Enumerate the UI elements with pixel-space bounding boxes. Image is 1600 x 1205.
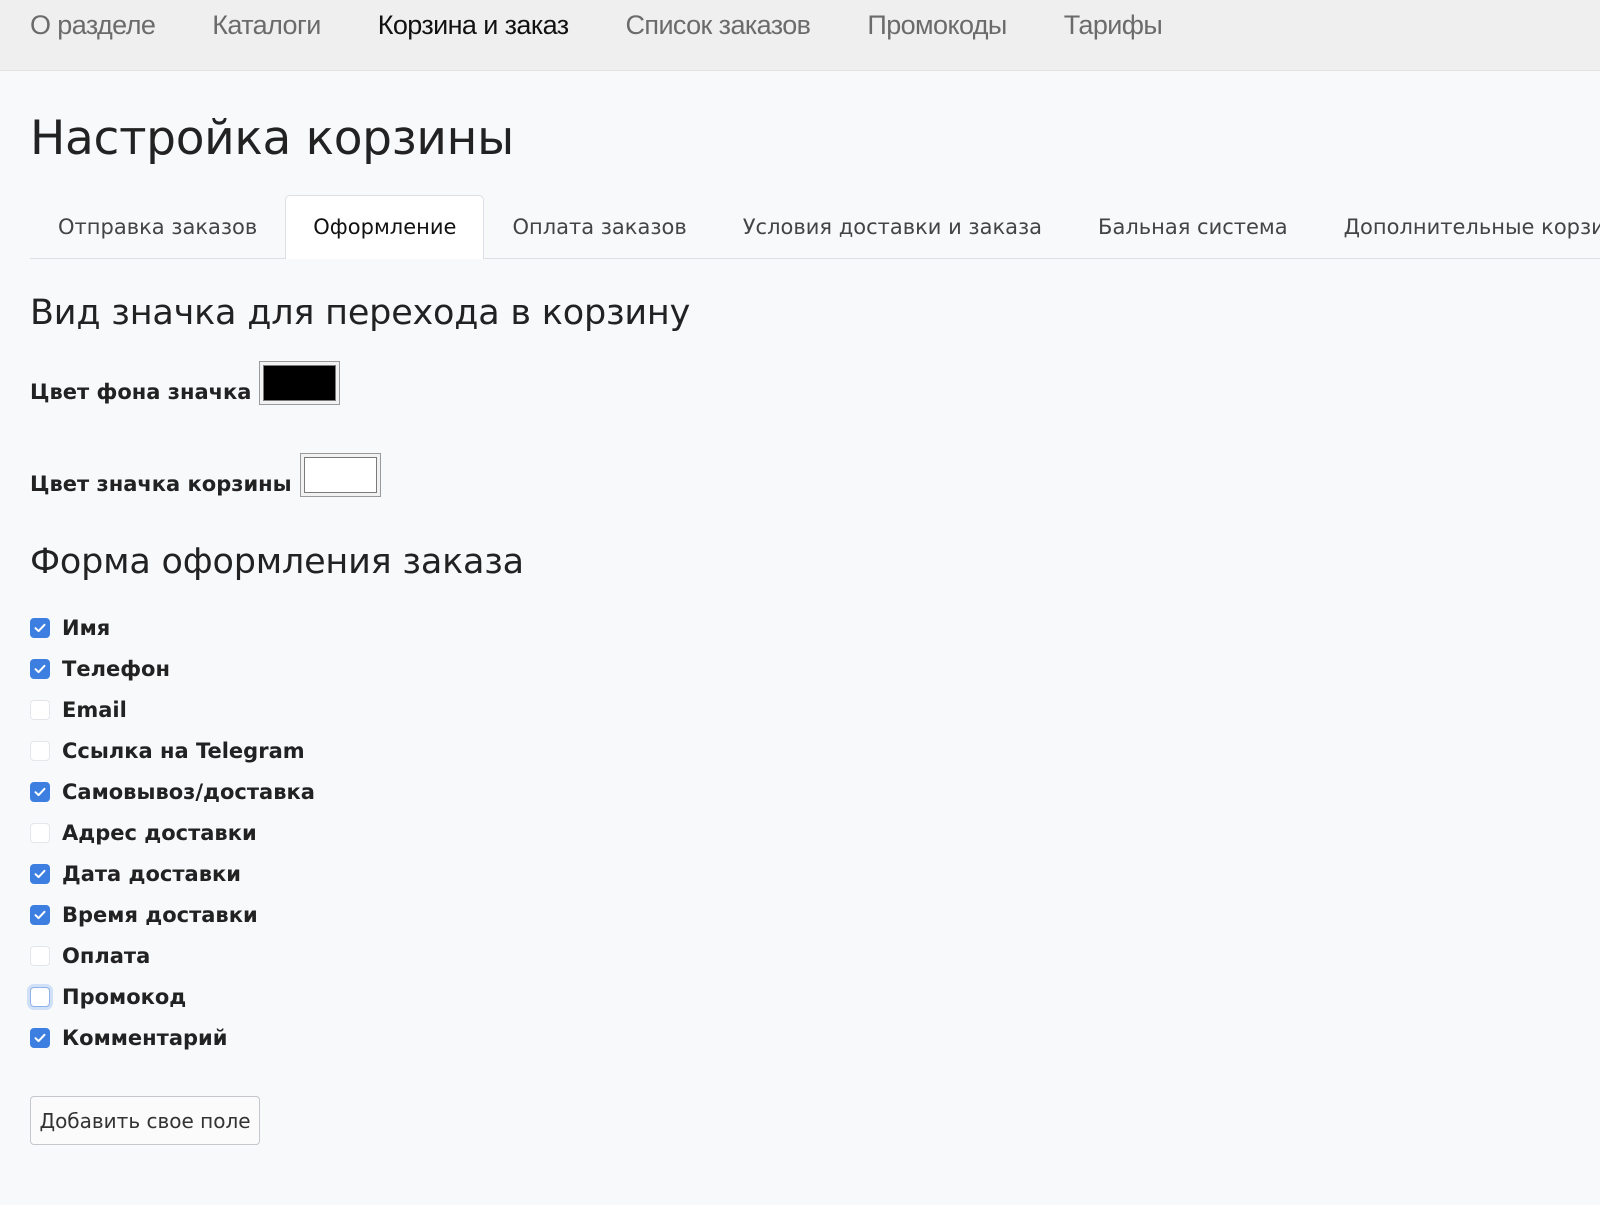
field-name: Имя bbox=[30, 607, 1600, 648]
icon-color-label: Цвет значка корзины bbox=[30, 472, 292, 496]
bg-color-swatch bbox=[263, 365, 337, 401]
checkbox[interactable] bbox=[30, 781, 50, 802]
checkmark-icon bbox=[34, 787, 46, 796]
field-delivery-time: Время доставки bbox=[30, 894, 1600, 935]
order-form-section-title: Форма оформления заказа bbox=[30, 542, 524, 582]
checkbox-label: Оплата bbox=[62, 943, 151, 968]
checkmark-icon bbox=[34, 910, 46, 919]
checkbox-label: Ссылка на Telegram bbox=[62, 738, 305, 763]
nav-item-catalogs[interactable]: Каталоги bbox=[212, 10, 321, 41]
checkmark-icon bbox=[34, 869, 46, 878]
checkmark-icon bbox=[34, 623, 46, 632]
checkbox-label: Дата доставки bbox=[62, 861, 241, 886]
bg-color-label: Цвет фона значка bbox=[30, 380, 252, 404]
tab-order-sending[interactable]: Отправка заказов bbox=[30, 195, 285, 257]
tab-order-payment[interactable]: Оплата заказов bbox=[484, 195, 714, 257]
page-title: Настройка корзины bbox=[30, 111, 514, 166]
icon-color-swatch bbox=[303, 457, 377, 493]
checkmark-icon bbox=[34, 664, 46, 673]
bg-color-picker[interactable] bbox=[259, 361, 341, 405]
field-email: Email bbox=[30, 689, 1600, 730]
settings-tabs: Отправка заказов Оформление Оплата заказ… bbox=[30, 195, 1600, 259]
field-payment: Оплата bbox=[30, 935, 1600, 976]
checkbox-label: Email bbox=[62, 697, 127, 722]
tab-points-system[interactable]: Бальная система bbox=[1070, 195, 1316, 257]
checkbox[interactable] bbox=[30, 945, 50, 966]
field-telegram-link: Ссылка на Telegram bbox=[30, 730, 1600, 771]
checkbox[interactable] bbox=[30, 863, 50, 884]
checkbox[interactable] bbox=[30, 740, 50, 761]
top-navigation: О разделе Каталоги Корзина и заказ Списо… bbox=[0, 0, 1600, 71]
icon-color-picker[interactable] bbox=[299, 453, 381, 497]
checkbox[interactable] bbox=[30, 822, 50, 843]
add-custom-field-button[interactable]: Добавить свое поле bbox=[30, 1096, 260, 1145]
checkbox-label: Время доставки bbox=[62, 902, 258, 927]
field-comment: Комментарий bbox=[30, 1017, 1600, 1058]
field-phone: Телефон bbox=[30, 648, 1600, 689]
checkbox-label: Самовывоз/доставка bbox=[62, 779, 315, 804]
checkbox[interactable] bbox=[30, 699, 50, 720]
order-form-fields: Имя Телефон Email Ссылка на Telegram Сам… bbox=[30, 607, 1600, 1058]
checkmark-icon bbox=[34, 1033, 46, 1042]
checkbox-label: Телефон bbox=[62, 656, 170, 681]
checkbox-label: Адрес доставки bbox=[62, 820, 257, 845]
nav-item-cart-and-order[interactable]: Корзина и заказ bbox=[378, 10, 569, 41]
checkbox[interactable] bbox=[30, 658, 50, 679]
checkbox[interactable] bbox=[30, 986, 50, 1007]
field-pickup-delivery: Самовывоз/доставка bbox=[30, 771, 1600, 812]
nav-item-promocodes[interactable]: Промокоды bbox=[867, 10, 1007, 41]
checkbox-label: Имя bbox=[62, 615, 111, 640]
tab-additional-carts[interactable]: Дополнительные корзины bbox=[1316, 195, 1600, 257]
field-delivery-address: Адрес доставки bbox=[30, 812, 1600, 853]
main-content: Настройка корзины Отправка заказов Оформ… bbox=[0, 71, 1600, 1145]
nav-item-about[interactable]: О разделе bbox=[30, 10, 156, 41]
checkbox-label: Промокод bbox=[62, 984, 187, 1009]
nav-item-tariffs[interactable]: Тарифы bbox=[1064, 10, 1163, 41]
cart-icon-section-title: Вид значка для перехода в корзину bbox=[30, 293, 691, 333]
checkbox[interactable] bbox=[30, 617, 50, 638]
tab-design[interactable]: Оформление bbox=[285, 195, 485, 259]
icon-color-row: Цвет значка корзины bbox=[30, 453, 1600, 497]
checkbox[interactable] bbox=[30, 904, 50, 925]
field-delivery-date: Дата доставки bbox=[30, 853, 1600, 894]
tab-delivery-conditions[interactable]: Условия доставки и заказа bbox=[715, 195, 1070, 257]
nav-item-order-list[interactable]: Список заказов bbox=[626, 10, 811, 41]
field-promocode: Промокод bbox=[30, 976, 1600, 1017]
bg-color-row: Цвет фона значка bbox=[30, 361, 1600, 405]
checkbox-label: Комментарий bbox=[62, 1025, 228, 1050]
checkbox[interactable] bbox=[30, 1027, 50, 1048]
